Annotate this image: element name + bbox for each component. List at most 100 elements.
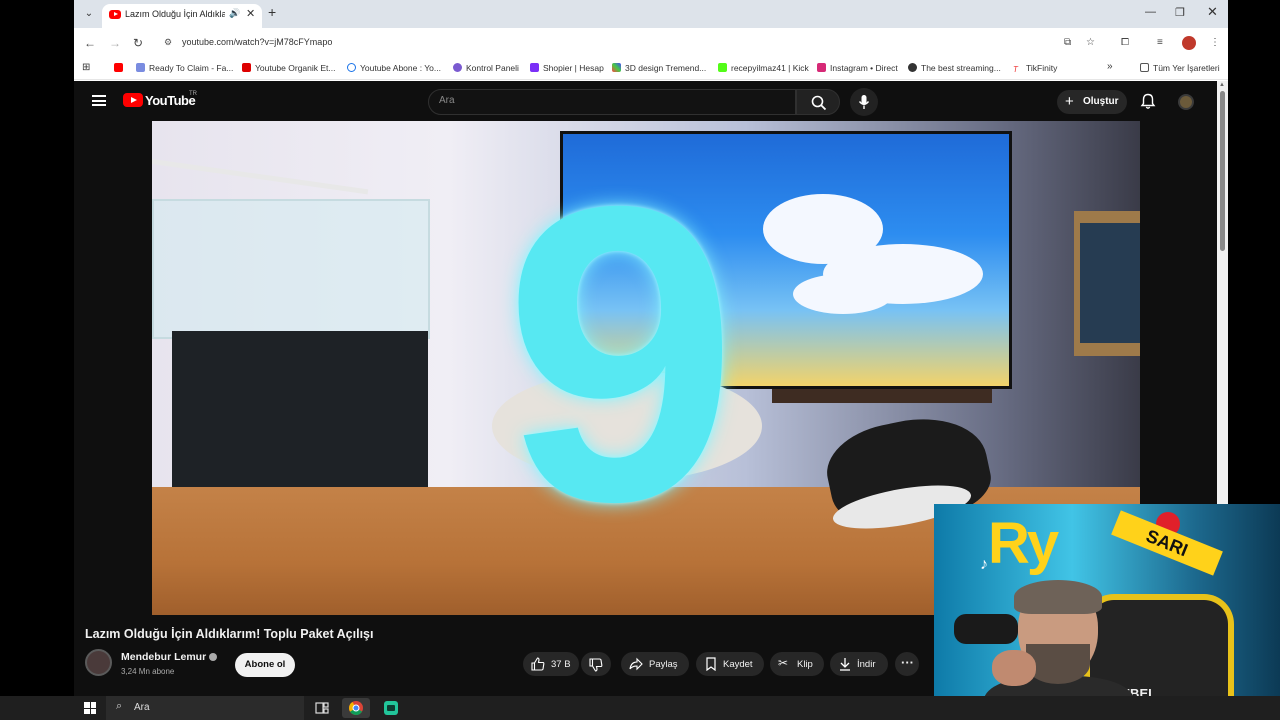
countdown-number: 9 [504,121,738,589]
address-bar[interactable]: ⚙ youtube.com/watch?v=jM78cFYmapo [160,32,1100,54]
search-icon [811,95,827,111]
share-button[interactable]: Paylaş [621,652,689,676]
tab-strip: ⌄ Lazım Olduğu İçin Aldıklarım! 🔊 ✕ + — … [74,0,1228,28]
webcam-person-hair [1014,580,1102,614]
webcam-headset [954,614,1018,644]
bookmark-item[interactable]: Kontrol Paneli [453,63,519,73]
tab-youtube[interactable]: Lazım Olduğu İçin Aldıklarım! 🔊 ✕ [102,4,262,28]
video-title: Lazım Olduğu İçin Aldıklarım! Toplu Pake… [85,627,374,641]
clip-button[interactable]: ✂ Klip [770,652,824,676]
video-aquarium [152,199,430,339]
profile-avatar[interactable] [1182,36,1196,50]
search-button[interactable] [796,89,840,115]
desktop-screen: ⌄ Lazım Olduğu İçin Aldıklarım! 🔊 ✕ + — … [0,0,1280,720]
bookmark-item[interactable]: Youtube Abone : Yo... [347,63,441,73]
bookmark-item[interactable]: T TikFinity [1013,63,1057,74]
tv-cloud [793,274,893,314]
all-bookmarks-folder[interactable]: Tüm Yer İşaretleri [1140,63,1220,73]
install-app-icon[interactable]: ⧉ [1064,37,1071,48]
verified-badge-icon [209,653,217,661]
plus-icon: + [1065,93,1074,110]
close-window-icon[interactable]: ✕ [1207,4,1218,20]
thumbs-down-icon [589,658,603,672]
microphone-icon [858,95,870,109]
youtube-wordmark[interactable]: YouTube [145,93,196,108]
download-label: İndir [857,659,876,670]
taskbar-search-placeholder: Ara [134,702,150,713]
apps-grid-icon[interactable]: ⊞ [82,62,90,73]
thumbs-up-icon [531,657,545,671]
scissors-icon: ✂ [778,656,789,670]
bookmark-star-icon[interactable]: ☆ [1086,37,1095,48]
video-tv-stand [772,389,992,403]
more-actions-button[interactable]: ··· [895,652,919,676]
share-icon [629,657,643,671]
scroll-thumb[interactable] [1220,91,1225,251]
bookmark-youtube[interactable] [114,63,127,73]
bookmark-item[interactable]: Shopier | Hesap [530,63,604,73]
search-box[interactable] [428,89,796,115]
bookmark-item[interactable]: Youtube Organik Et... [242,63,336,73]
new-tab-button[interactable]: + [268,4,276,20]
webcam-person-hand [992,650,1036,686]
search-input[interactable] [439,95,779,106]
tab-title: Lazım Olduğu İçin Aldıklarım! [125,9,225,19]
subscriber-count: 3,24 Mn abone [121,667,175,676]
extensions-icon[interactable]: ⧠ [1121,37,1129,48]
search-icon: ⌕ [116,700,123,712]
reload-icon[interactable]: ↻ [133,36,143,50]
youtube-logo-icon[interactable] [123,93,143,107]
forward-icon[interactable]: → [109,36,121,50]
channel-avatar[interactable] [85,649,112,676]
menu-dots-icon[interactable]: ⋮ [1210,37,1220,48]
minimize-icon[interactable]: — [1145,6,1156,18]
menu-hamburger-icon[interactable] [92,95,106,106]
media-control-icon[interactable]: ≡ [1157,37,1163,48]
site-info-icon[interactable]: ⚙ [164,37,172,48]
voice-search-button[interactable] [850,88,878,116]
url-text[interactable]: youtube.com/watch?v=jM78cFYmapo [182,37,332,47]
webcam-overlay: Ry ♪ SARI REBEL [934,504,1280,720]
account-avatar[interactable] [1178,94,1194,110]
download-button[interactable]: İndir [830,652,888,676]
task-view-icon[interactable] [308,698,336,718]
bookmark-item[interactable]: The best streaming... [908,63,1001,73]
bookmark-item[interactable]: recepyilmaz41 | Kick [718,63,809,73]
more-dots-icon: ··· [901,655,914,670]
youtube-header: YouTube TR + Oluştur [74,81,1217,121]
tab-search-button[interactable]: ⌄ [80,5,98,23]
create-button[interactable]: + Oluştur [1057,90,1127,114]
tiktok-icon: ♪ [980,556,988,573]
like-button[interactable]: 37 B [523,652,579,676]
bookmark-icon [706,657,716,671]
app-taskbar-icon[interactable] [378,698,406,718]
like-count: 37 B [551,659,571,670]
download-icon [840,658,850,671]
bookmark-item[interactable]: Ready To Claim - Fa... [136,63,233,73]
taskbar-search[interactable]: ⌕ Ara [106,696,304,720]
share-label: Paylaş [649,659,678,670]
restore-icon[interactable]: ❐ [1175,6,1185,19]
browser-toolbar: ← → ↻ ⚙ youtube.com/watch?v=jM78cFYmapo … [74,28,1228,58]
channel-name[interactable]: Mendebur Lemur [121,651,206,663]
youtube-favicon-icon [109,10,121,19]
close-tab-icon[interactable]: ✕ [246,7,255,20]
country-code: TR [189,91,197,97]
back-icon[interactable]: ← [84,36,96,50]
bookmark-item[interactable]: 3D design Tremend... [612,63,706,73]
more-bookmarks-icon[interactable]: » [1107,61,1113,72]
notifications-bell-icon[interactable] [1140,93,1156,110]
subscribe-button[interactable]: Abone ol [235,653,295,677]
windows-taskbar: ⌕ Ara [0,696,1280,720]
windows-start-icon[interactable] [84,702,96,714]
dislike-button[interactable] [581,652,611,676]
chrome-taskbar-icon[interactable] [342,698,370,718]
create-label: Oluştur [1083,96,1119,107]
save-label: Kaydet [723,659,753,670]
speaker-icon[interactable]: 🔊 [229,8,240,19]
webcam-logo: Ry [988,511,1059,576]
bookmark-item[interactable]: Instagram • Direct [817,63,898,73]
scroll-up-icon[interactable]: ▲ [1219,82,1225,88]
video-shelf-inner [1080,223,1140,343]
save-button[interactable]: Kaydet [696,652,764,676]
